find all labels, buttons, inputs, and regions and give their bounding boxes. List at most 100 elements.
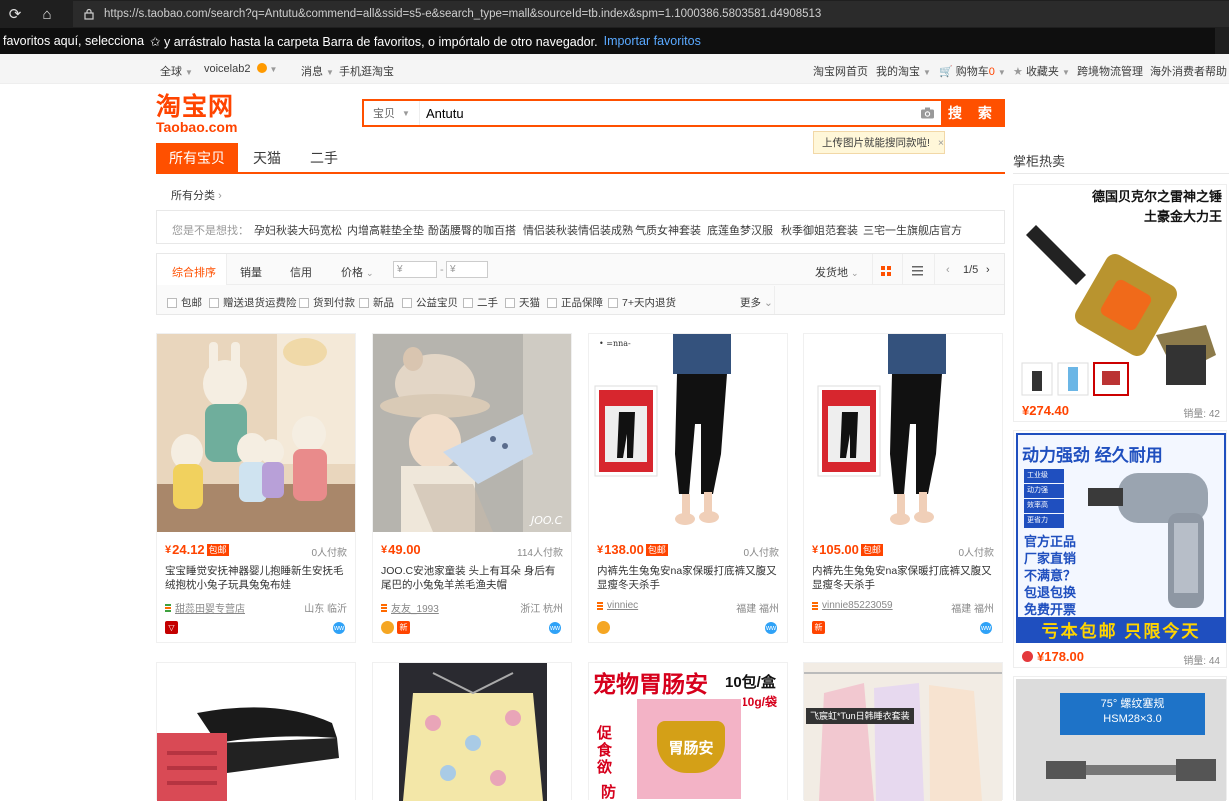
promo-side: 促食欲 (597, 725, 613, 776)
product-image[interactable] (157, 663, 355, 801)
suggestion-item[interactable]: 情侣装秋装情侣装成熟 (523, 222, 633, 238)
checkbox[interactable] (167, 297, 177, 308)
price-dash: - (440, 264, 444, 276)
product-card[interactable] (372, 662, 572, 801)
sort-default[interactable]: 综合排序 (172, 264, 216, 280)
suggestion-item[interactable]: 秋季御姐范套装 (781, 222, 858, 238)
chat-icon[interactable]: ww (765, 622, 777, 634)
scrollbar[interactable] (1215, 28, 1229, 54)
suggestion-item[interactable]: 气质女神套装 (635, 222, 701, 238)
product-card[interactable]: 宠物胃肠安 10包/盒 10g/袋 胃肠安 促食欲 防 (588, 662, 788, 801)
refresh-icon[interactable]: ⟳ (0, 0, 30, 28)
product-card[interactable] (803, 662, 1003, 801)
shop-level-icon (812, 601, 818, 610)
filter-tmall[interactable]: 天猫 (505, 295, 540, 310)
product-image[interactable] (157, 334, 355, 532)
suggestion-item[interactable]: 内增高鞋垫全垫 (347, 222, 424, 238)
checkbox[interactable] (402, 297, 412, 308)
filter-cod[interactable]: 货到付款 (299, 295, 355, 310)
product-image[interactable]: 宠物胃肠安 10包/盒 10g/袋 胃肠安 促食欲 防 (589, 663, 787, 801)
filter-7day-return[interactable]: 7+天内退货 (608, 295, 676, 310)
price-max-input[interactable]: ¥ (446, 261, 488, 278)
filter-return-insurance[interactable]: 赠送退货运费险 (209, 295, 297, 310)
product-title[interactable]: 内裤先生兔兔安na家保暖打底裤又腹又显瘦冬天杀手 (812, 564, 996, 592)
ad-sold-count: 销量: 42 (1183, 409, 1220, 420)
tab-secondhand[interactable]: 二手 (296, 143, 352, 172)
chat-icon[interactable]: ww (980, 622, 992, 634)
sort-sales[interactable]: 销量 (240, 264, 262, 280)
cart-link[interactable]: 🛒 购物车0 ▼ (939, 63, 1006, 79)
ad-card[interactable]: 75° 螺纹塞规 HSM28×3.0 (1013, 676, 1227, 801)
mobile-link[interactable]: 手机逛淘宝 (339, 63, 394, 79)
product-card[interactable] (156, 662, 356, 801)
search-button[interactable]: 搜 索 (941, 99, 1005, 127)
camera-icon[interactable] (913, 101, 941, 125)
suggestion-item[interactable]: 底莲鱼梦汉服 (707, 222, 773, 238)
filter-charity[interactable]: 公益宝贝 (402, 295, 458, 310)
search-input[interactable] (420, 101, 913, 125)
product-image[interactable] (804, 663, 1002, 801)
filter-free-shipping[interactable]: 包邮 (167, 295, 202, 310)
shop-link[interactable]: vinniec (597, 600, 638, 611)
shop-link[interactable]: 友友_1993 (381, 600, 439, 615)
search-category-select[interactable]: 宝贝 ▼ (364, 101, 420, 125)
checkbox[interactable] (547, 297, 557, 308)
filter-genuine[interactable]: 正品保障 (547, 295, 603, 310)
suggestion-item[interactable]: 孕妇秋装大码宽松 (254, 222, 342, 238)
prev-page-icon[interactable]: ‹ (946, 264, 950, 276)
checkbox[interactable] (209, 297, 219, 308)
checkbox[interactable] (299, 297, 309, 308)
suggestion-item[interactable]: 三宅一生旗舰店官方 (863, 222, 962, 238)
product-title[interactable]: 内裤先生兔兔安na家保暖打底裤又腹又显瘦冬天杀手 (597, 564, 781, 592)
chat-icon[interactable]: ww (333, 622, 345, 634)
all-categories-link[interactable]: 所有分类 › (171, 187, 222, 203)
product-card[interactable]: • =nna- ¥138.00 包邮 0人付款 内裤先生兔兔安na家保暖打底裤又腹… (588, 333, 788, 643)
product-card[interactable]: ¥24.12 包邮 0人付款 宝宝睡觉安抚神器婴儿抱睡新生安抚毛绒抱枕小兔子玩具兔… (156, 333, 356, 643)
filter-more[interactable]: 更多 ⌄ (740, 295, 773, 310)
ad-headline-1: 德国贝克尔之雷神之锤 (1091, 189, 1222, 204)
user-menu[interactable]: voicelab2 ▼ (204, 63, 277, 75)
grid-view-icon[interactable] (881, 265, 891, 279)
messages-menu[interactable]: 消息 ▼ (301, 63, 334, 79)
product-image[interactable]: JOO.C (373, 334, 571, 532)
filter-new[interactable]: 新品 (359, 295, 394, 310)
home-icon[interactable]: ⌂ (32, 0, 62, 28)
product-card[interactable]: JOO.C ¥49.00 114人付款 JOO.C安池家童装 头上有耳朵 身后有… (372, 333, 572, 643)
product-title[interactable]: JOO.C安池家童装 头上有耳朵 身后有尾巴的小兔兔羊羔毛渔夫帽 (381, 564, 565, 592)
chat-icon[interactable]: ww (549, 622, 561, 634)
checkbox[interactable] (608, 297, 618, 308)
sort-row: 综合排序 销量 信用 价格 ⌄ ¥ - ¥ 发货地 ⌄ ‹ 1/5 › (157, 254, 1004, 285)
tab-tmall[interactable]: 天猫 (238, 143, 296, 172)
shop-link[interactable]: vinnie85223059 (812, 600, 893, 611)
filter-secondhand[interactable]: 二手 (463, 295, 498, 310)
import-favorites-link[interactable]: Importar favoritos (604, 34, 701, 48)
price-min-input[interactable]: ¥ (393, 261, 437, 278)
ad-card[interactable]: 动力强劲 经久耐用 工业级 动力强 效率高 更省力 官方正品 厂家直销 不满意？… (1013, 430, 1227, 668)
ship-from-select[interactable]: 发货地 ⌄ (815, 264, 859, 280)
global-menu[interactable]: 全球 ▼ (160, 63, 193, 79)
checkbox[interactable] (505, 297, 515, 308)
product-title[interactable]: 宝宝睡觉安抚神器婴儿抱睡新生安抚毛绒抱枕小兔子玩具兔兔布娃 (165, 564, 349, 592)
tab-all[interactable]: 所有宝贝 (156, 143, 238, 172)
next-page-icon[interactable]: › (986, 264, 990, 276)
taobao-logo[interactable]: 淘宝网 Taobao.com (156, 94, 242, 135)
my-taobao-menu[interactable]: 我的淘宝 ▼ (876, 63, 931, 79)
shop-link[interactable]: 甜蕊田婴专营店 (165, 600, 245, 615)
suggestion-item[interactable]: 酚菡腰臀的咖百搭 (428, 222, 516, 238)
ad-card[interactable]: 德国贝克尔之雷神之锤 土豪金大力王 ¥274.40 销量: 42 (1013, 184, 1227, 422)
taobao-home-link[interactable]: 淘宝网首页 (813, 63, 868, 79)
address-bar[interactable]: https://s.taobao.com/search?q=Antutu&com… (73, 1, 1229, 27)
product-image[interactable] (804, 334, 1002, 532)
product-card[interactable]: ¥105.00 包邮 0人付款 内裤先生兔兔安na家保暖打底裤又腹又显瘦冬天杀手 … (803, 333, 1003, 643)
sort-credit[interactable]: 信用 (290, 264, 312, 280)
product-image[interactable]: • =nna- (589, 334, 787, 532)
help-link[interactable]: 海外消费者帮助 (1150, 63, 1227, 79)
favorites-menu[interactable]: ★ 收藏夹 ▼ (1013, 63, 1070, 79)
checkbox[interactable] (359, 297, 369, 308)
checkbox[interactable] (463, 297, 473, 308)
list-view-icon[interactable] (912, 265, 923, 279)
product-sold-count: 0人付款 (743, 548, 779, 559)
product-image[interactable] (373, 663, 571, 801)
logistics-link[interactable]: 跨境物流管理 (1077, 63, 1143, 79)
sort-price[interactable]: 价格 ⌄ (341, 264, 374, 280)
